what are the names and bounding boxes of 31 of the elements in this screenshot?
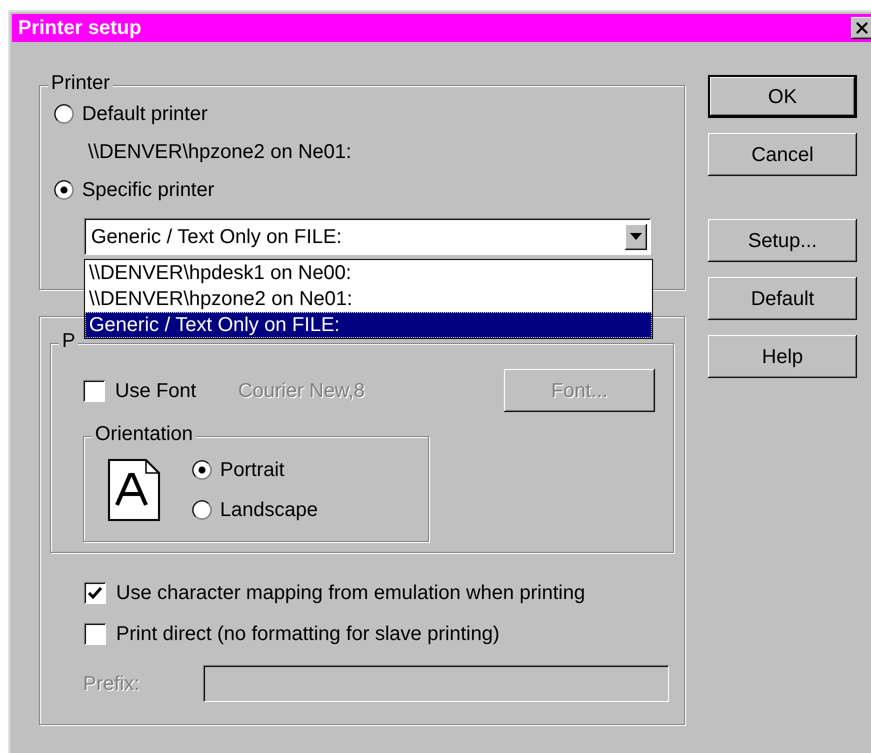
check-icon: [88, 587, 102, 599]
dialog-button[interactable]: OK: [708, 75, 857, 118]
dropdown-arrow-icon: [630, 233, 642, 240]
checkbox-label: Use character mapping from emulation when printing: [116, 583, 586, 603]
checkbox[interactable]: [84, 623, 106, 645]
dialog-button[interactable]: Cancel: [708, 133, 857, 176]
radio-label: Specific printer: [82, 180, 214, 200]
prefix-label: Prefix:: [83, 674, 141, 694]
radio-button[interactable]: [54, 180, 74, 200]
checkbox-label: Print direct (no formatting for slave printing): [116, 624, 500, 644]
close-button[interactable]: [851, 17, 871, 39]
font-name: Courier New,8: [238, 380, 365, 400]
radio-button[interactable]: [192, 500, 212, 520]
radio-label: Portrait: [220, 460, 284, 480]
portrait-page-icon: [108, 459, 160, 521]
dropdown-option[interactable]: \\DENVER\hpdesk1 on Ne00:: [85, 260, 652, 286]
dialog-button[interactable]: Default: [708, 277, 857, 320]
radio-button[interactable]: [54, 104, 74, 124]
radio-button[interactable]: [192, 460, 212, 480]
dialog-button[interactable]: Help: [708, 335, 857, 378]
default-printer-path: \\DENVER\hpzone2 on Ne01:: [88, 142, 352, 162]
printer-dropdown[interactable]: Generic / Text Only on FILE:: [84, 218, 651, 255]
checkbox-label: Use Font: [115, 380, 196, 400]
dialog-button[interactable]: Setup...: [708, 219, 857, 262]
window-title: Printer setup: [18, 18, 142, 38]
radio-label: Landscape: [220, 500, 318, 520]
dropdown-option[interactable]: \\DENVER\hpzone2 on Ne01:: [85, 286, 652, 312]
checkbox[interactable]: [84, 582, 106, 604]
dropdown-option[interactable]: Generic / Text Only on FILE:: [85, 312, 652, 338]
radio-label: Default printer: [82, 104, 208, 124]
checkbox[interactable]: [83, 380, 105, 402]
